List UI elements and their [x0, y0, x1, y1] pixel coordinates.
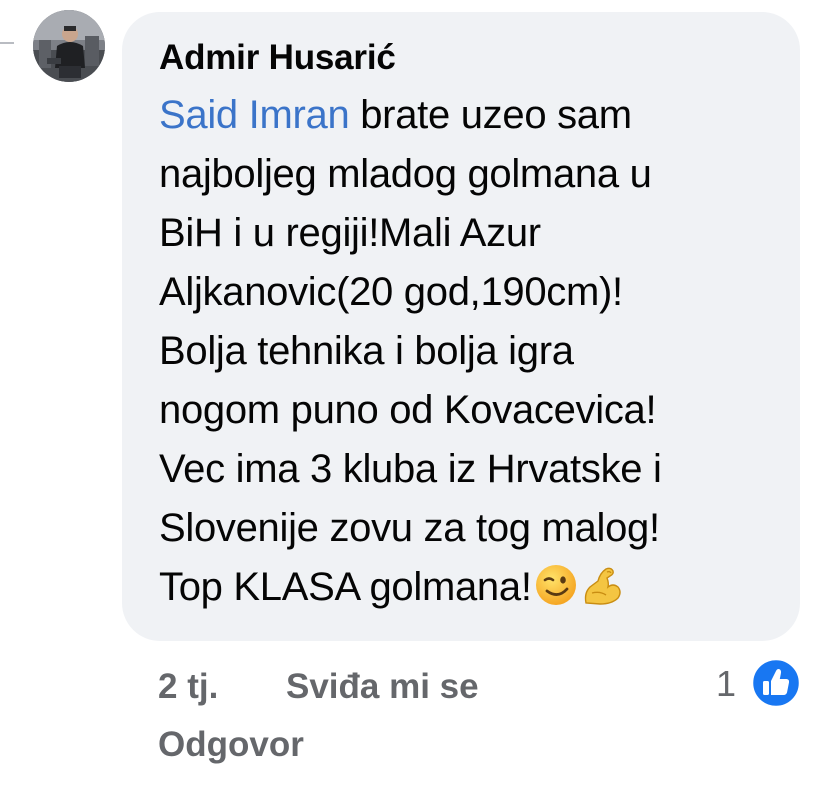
like-button[interactable]: Sviđa mi se [286, 667, 479, 707]
mention-link[interactable]: Said Imran [159, 93, 350, 137]
comment-body: Said Imran brate uzeo sam najboljeg mlad… [159, 86, 780, 617]
comment-line: nogom puno od Kovacevica! [159, 388, 657, 432]
comment-line: BiH i u regiji!Mali Azur [159, 211, 541, 255]
thumbs-up-icon[interactable] [750, 657, 802, 709]
comment-line: Vec ima 3 kluba iz Hrvatske i [159, 447, 662, 491]
comment-author-name[interactable]: Admir Husarić [159, 38, 780, 82]
comment-text: brate uzeo sam [349, 93, 632, 137]
comment-text: Top KLASA golmana! [159, 565, 532, 609]
reaction-count[interactable]: 1 [716, 664, 736, 704]
comment-line: Said Imran brate uzeo sam [159, 86, 780, 145]
comment-line: Slovenije zovu za tog malog! [159, 506, 660, 550]
winking-face-emoji [535, 565, 576, 605]
flexed-biceps-emoji [584, 567, 621, 605]
thread-connector-line [0, 42, 14, 44]
comment-timestamp[interactable]: 2 tj. [158, 667, 218, 707]
comment-line-last: Top KLASA golmana! [159, 558, 780, 617]
comment-line: najboljeg mladog golmana u [159, 152, 652, 196]
avatar-photo [33, 10, 105, 82]
comment-bubble: Admir Husarić Said Imran brate uzeo sam … [122, 12, 800, 641]
comment-line: Bolja tehnika i bolja igra [159, 329, 574, 373]
avatar[interactable] [33, 10, 105, 82]
reply-button[interactable]: Odgovor [158, 725, 304, 765]
comment-screen: Admir Husarić Said Imran brate uzeo sam … [0, 0, 835, 800]
comment-line: Aljkanovic(20 god,190cm)! [159, 270, 623, 314]
